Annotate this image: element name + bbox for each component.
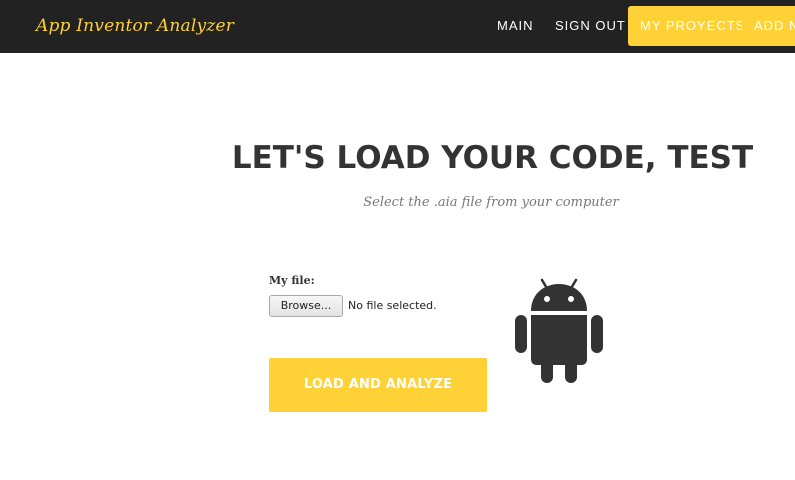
load-and-analyze-button[interactable]: LOAD AND ANALYZE bbox=[269, 358, 487, 412]
brand-logo[interactable]: App Inventor Analyzer bbox=[36, 16, 234, 36]
nav-item-my-proyects[interactable]: MY PROYECTS bbox=[628, 6, 758, 46]
navbar: App Inventor Analyzer MAIN SIGN OUT MY P… bbox=[0, 0, 795, 53]
page-subtitle: Select the .aia file from your computer bbox=[363, 195, 619, 210]
android-icon bbox=[515, 278, 603, 383]
nav-item-main[interactable]: MAIN bbox=[497, 18, 534, 33]
file-status-text: No file selected. bbox=[348, 299, 437, 312]
nav-item-sign-out[interactable]: SIGN OUT bbox=[555, 18, 626, 33]
file-label: My file: bbox=[269, 274, 315, 287]
nav-item-add[interactable]: ADD N bbox=[742, 6, 795, 46]
page-title: LET'S LOAD YOUR CODE, TEST bbox=[231, 140, 754, 176]
browse-button[interactable]: Browse... bbox=[269, 295, 343, 317]
